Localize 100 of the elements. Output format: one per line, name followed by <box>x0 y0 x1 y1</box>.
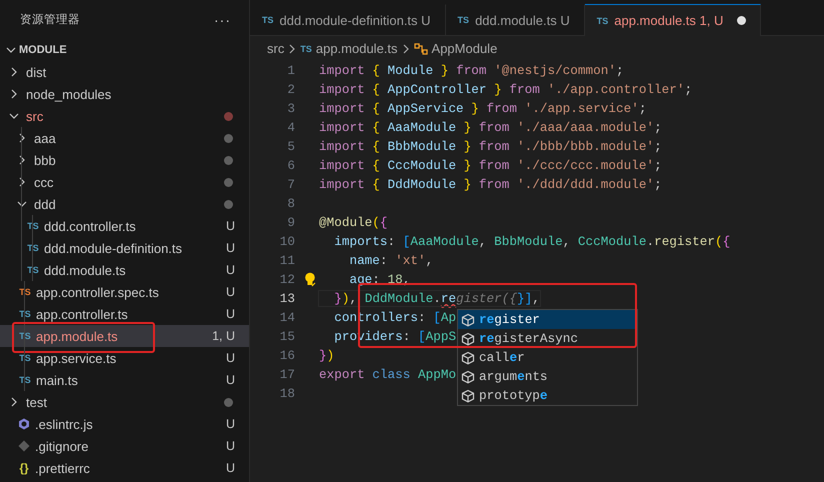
git-status: U <box>226 417 235 431</box>
line-number: 1 <box>286 63 295 78</box>
cube-icon <box>461 370 475 384</box>
git-status: U <box>226 263 235 277</box>
typescript-icon: TS <box>300 44 312 54</box>
chevron-icon[interactable] <box>9 397 19 407</box>
code-line: import { Module } from '@nestjs/common'; <box>319 63 624 78</box>
git-status: U <box>226 351 235 365</box>
editor-tab[interactable]: TS ddd.module.ts U <box>446 4 585 35</box>
line-number: 13 <box>278 291 295 306</box>
typescript-icon: TS <box>17 309 33 319</box>
folder-item[interactable]: ddd <box>0 193 249 215</box>
hexagon-icon <box>18 418 30 430</box>
file-item[interactable]: {} .prettierrc U <box>0 457 249 479</box>
code-line: import { DddModule } from './ddd/ddd.module'; <box>319 177 662 192</box>
git-status: U <box>226 373 235 387</box>
folder-item[interactable]: bbb <box>0 149 249 171</box>
typescript-icon: TS <box>25 221 41 231</box>
suggestion-item[interactable]: prototype <box>458 386 637 405</box>
git-status: U <box>226 219 235 233</box>
braces-icon: {} <box>16 461 32 475</box>
git-status: U <box>226 461 235 475</box>
chevron-icon[interactable] <box>17 177 27 187</box>
folder-item[interactable]: dist <box>0 61 249 83</box>
typescript-icon: TS <box>17 287 33 297</box>
suggestion-item[interactable]: registerAsync <box>458 329 637 348</box>
code-line: }), DddModule.register({}], <box>319 291 540 306</box>
line-number: 10 <box>278 234 295 249</box>
git-status: U <box>226 307 235 321</box>
file-item[interactable]: TS ddd.module-definition.ts U <box>0 237 249 259</box>
git-status: 1, U <box>212 329 235 343</box>
code-line: imports: [AaaModule, BbbModule, CccModule.register({ <box>333 234 730 249</box>
typescript-icon: TS <box>596 16 608 26</box>
line-number: 9 <box>286 215 295 230</box>
section-header[interactable]: MODULE <box>0 39 249 61</box>
class-icon <box>414 42 428 54</box>
chevron-icon[interactable] <box>9 67 19 77</box>
cube-icon <box>461 312 475 326</box>
suggestion-item[interactable]: register <box>458 310 637 329</box>
line-number: 2 <box>286 82 295 97</box>
folder-item[interactable]: test <box>0 391 249 413</box>
file-item[interactable]: TS ddd.controller.ts U <box>0 215 249 237</box>
file-item[interactable]: TS app.controller.spec.ts U <box>0 281 249 303</box>
typescript-icon: TS <box>458 15 470 25</box>
code-line: import { BbbModule } from './bbb/bbb.module'; <box>319 139 662 154</box>
file-item[interactable]: TS app.service.ts U <box>0 347 249 369</box>
folder-item[interactable]: ccc <box>0 171 249 193</box>
lightbulb-icon[interactable] <box>304 272 316 287</box>
folder-item[interactable]: aaa <box>0 127 249 149</box>
code-line: import { AppService } from './app.service'; <box>319 101 646 116</box>
cube-icon <box>461 332 475 346</box>
chevron-icon[interactable] <box>17 199 27 209</box>
folder-item[interactable]: node_modules <box>0 83 249 105</box>
editor-tab[interactable]: TS app.module.ts 1, U <box>584 4 762 36</box>
file-item[interactable]: TS app.module.ts 1, U <box>0 325 249 347</box>
more-button[interactable]: ··· <box>210 12 235 28</box>
code-line: export class AppMo <box>319 367 456 382</box>
line-number: 7 <box>286 177 295 192</box>
chevron-icon[interactable] <box>17 155 27 165</box>
file-item[interactable]: TS main.ts U <box>0 369 249 391</box>
file-item[interactable]: .eslintrc.js U <box>0 413 249 435</box>
line-number: 15 <box>278 329 295 344</box>
suggestion-item[interactable]: caller <box>458 348 637 367</box>
breadcrumb-item[interactable]: app.module.ts <box>316 41 398 56</box>
chevron-icon[interactable] <box>9 89 19 99</box>
breadcrumb-item[interactable]: src <box>267 41 284 56</box>
code-line: import { AaaModule } from './aaa/aaa.module'; <box>319 120 662 135</box>
line-number: 18 <box>278 386 295 401</box>
breadcrumb-item[interactable]: AppModule <box>432 41 498 56</box>
line-number: 14 <box>278 310 295 325</box>
chevron-icon[interactable] <box>6 45 16 55</box>
line-number: 8 <box>286 196 295 211</box>
line-number: 5 <box>286 139 295 154</box>
folder-item[interactable]: src <box>0 105 249 127</box>
typescript-icon: TS <box>17 353 33 363</box>
chevron-icon[interactable] <box>17 133 27 143</box>
git-status: U <box>226 241 235 255</box>
cube-icon <box>461 388 475 402</box>
chevron-icon <box>288 44 296 54</box>
typescript-icon: TS <box>25 265 41 275</box>
line-number: 17 <box>278 367 295 382</box>
typescript-icon: TS <box>262 15 274 25</box>
code-line: @Module({ <box>319 215 388 230</box>
git-status: U <box>226 439 235 453</box>
cube-icon <box>461 350 475 364</box>
typescript-icon: TS <box>17 375 33 385</box>
file-item[interactable]: TS ddd.module.ts U <box>0 259 249 281</box>
code-line: import { CccModule } from './ccc/ccc.module'; <box>319 158 662 173</box>
suggestion-item[interactable]: arguments <box>458 367 637 386</box>
line-number: 16 <box>278 348 295 363</box>
file-item[interactable]: .gitignore U <box>0 435 249 457</box>
chevron-icon <box>402 44 410 54</box>
line-number: 3 <box>286 101 295 116</box>
line-number: 4 <box>286 120 295 135</box>
code-line: }) <box>319 348 334 363</box>
unsaved-dot <box>737 16 746 25</box>
typescript-icon: TS <box>25 243 41 253</box>
git-status: U <box>226 285 235 299</box>
file-item[interactable]: TS app.controller.ts U <box>0 303 249 325</box>
chevron-icon[interactable] <box>9 111 19 121</box>
